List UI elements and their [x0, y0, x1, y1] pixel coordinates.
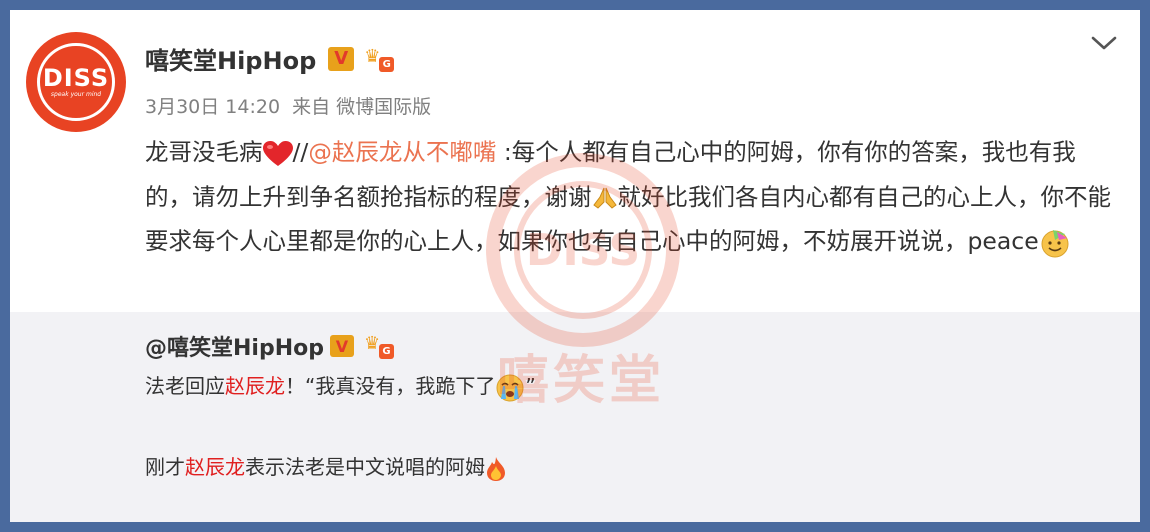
- post-text: 龙哥没毛病//@赵辰龙从不嘟嘴 :每个人都有自己心中的阿姆，你有你的答案，我也有…: [145, 130, 1120, 264]
- post-author: 嘻笑堂HipHop V ♛ G: [145, 41, 395, 76]
- post-timestamp[interactable]: 3月30日 14:20: [145, 96, 280, 118]
- crown-icon: ♛: [363, 333, 381, 354]
- repost-text-part: 表示法老是中文说唱的阿姆: [245, 455, 485, 479]
- level-icon: G: [379, 56, 395, 72]
- name-highlight: 赵辰龙: [225, 374, 285, 398]
- avatar[interactable]: DISS speak your mind: [26, 32, 126, 132]
- repost-text-part: 法老回应: [145, 374, 225, 398]
- praying-hands-icon: [592, 187, 617, 209]
- post-source[interactable]: 微博国际版: [336, 96, 431, 118]
- repost-username-link[interactable]: @嘻笑堂HipHop: [145, 330, 324, 362]
- crying-face-icon: [496, 374, 524, 401]
- level-icon: G: [378, 344, 394, 359]
- weibo-post-card: DISS speak your mind 嘻笑堂HipHop V ♛ G 3月3…: [10, 10, 1140, 522]
- repost-text-part: ！“我真没有，我跪下了: [285, 374, 496, 398]
- party-face-icon: [1041, 229, 1069, 257]
- repost-author: @嘻笑堂HipHop V ♛ G: [145, 330, 394, 362]
- crown-icon: ♛: [364, 45, 381, 67]
- verified-badge[interactable]: V: [329, 335, 354, 357]
- name-highlight: 赵辰龙: [185, 455, 245, 479]
- repost-separator: //: [292, 138, 309, 166]
- repost-text-line: 法老回应赵辰龙！“我真没有，我跪下了 ”: [145, 368, 536, 404]
- repost-text-part: ”: [525, 374, 536, 398]
- member-level-badge[interactable]: ♛ G: [362, 333, 394, 359]
- chevron-down-icon[interactable]: [1090, 32, 1118, 54]
- source-prefix: 来自: [292, 96, 331, 118]
- reposted-content: @嘻笑堂HipHop V ♛ G 法老回应赵辰龙！“我真没有，我跪下了” 刚才赵…: [10, 312, 1140, 522]
- verified-badge[interactable]: V: [328, 46, 355, 71]
- post-text-part: 龙哥没毛病: [145, 138, 263, 166]
- member-level-badge[interactable]: ♛ G: [362, 45, 395, 72]
- heart-icon: [262, 140, 293, 166]
- username-link[interactable]: 嘻笑堂HipHop: [145, 41, 316, 76]
- avatar-logo-text: DISS: [42, 64, 110, 92]
- repost-text-line: 刚才赵辰龙表示法老是中文说唱的阿姆: [145, 450, 507, 484]
- post-meta: 3月30日 14:20 来自 微博国际版: [145, 92, 431, 119]
- fire-icon: [487, 456, 505, 481]
- repost-text-part: 刚才: [145, 455, 185, 479]
- avatar-logo-subtext: speak your mind: [50, 91, 102, 98]
- avatar-logo: DISS speak your mind: [37, 43, 115, 121]
- mention-link[interactable]: @赵辰龙从不嘟嘴: [308, 138, 496, 166]
